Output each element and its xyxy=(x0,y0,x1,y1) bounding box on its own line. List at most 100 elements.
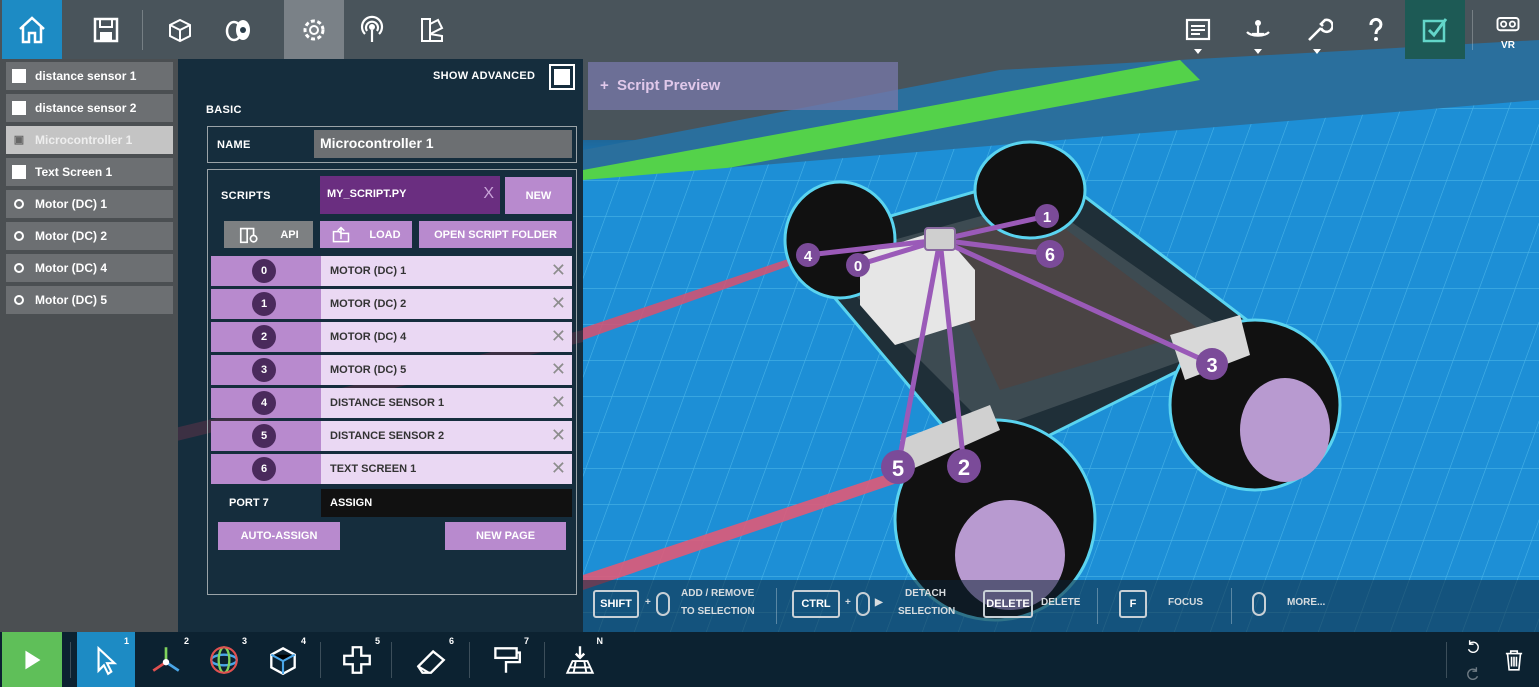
part-item-distance-sensor-2[interactable]: distance sensor 2 xyxy=(6,94,173,122)
wheels-button[interactable] xyxy=(208,0,268,59)
auto-assign-button[interactable]: AUTO-ASSIGN xyxy=(218,522,340,550)
add-remove-hint-2: TO SELECTION xyxy=(681,606,755,617)
part-item-motor-dc-4[interactable]: Motor (DC) 4 xyxy=(6,254,173,282)
scale-cube-icon xyxy=(270,646,296,675)
paint-button[interactable] xyxy=(402,0,462,59)
scene-label-4: 4 xyxy=(804,248,813,265)
port-number: 4 xyxy=(252,391,276,415)
remove-script-button[interactable]: X xyxy=(483,185,494,203)
tool-shortcut: 6 xyxy=(448,636,454,646)
script-preview-panel[interactable]: + Script Preview xyxy=(588,62,898,110)
port-row-6[interactable]: 6 TEXT SCREEN 1 ✕ xyxy=(211,454,572,484)
mouse-icon xyxy=(1252,592,1266,616)
port-row-3[interactable]: 3 MOTOR (DC) 5 ✕ xyxy=(211,355,572,385)
top-toolbar: VR xyxy=(0,0,1539,59)
objectives-button[interactable] xyxy=(1405,0,1465,59)
port-number: 6 xyxy=(252,457,276,481)
paint-roller-icon xyxy=(494,646,521,673)
port-device-name: MOTOR (DC) 4 xyxy=(330,331,407,343)
place-on-grid-tool-button[interactable]: N xyxy=(551,632,609,687)
assign-port-button[interactable]: ASSIGN xyxy=(321,489,572,517)
broadcast-button[interactable] xyxy=(342,0,402,59)
microcontroller-model[interactable] xyxy=(924,227,956,251)
part-label: distance sensor 1 xyxy=(35,69,137,83)
detach-hint-1: DETACH xyxy=(905,588,946,599)
plus-icon: + xyxy=(600,77,609,94)
vr-button[interactable]: VR xyxy=(1478,0,1538,59)
home-button[interactable] xyxy=(2,0,62,59)
new-page-button[interactable]: NEW PAGE xyxy=(445,522,566,550)
api-label: API xyxy=(280,228,299,241)
add-part-tool-button[interactable]: 5 xyxy=(328,632,386,687)
unassign-port-button[interactable]: ✕ xyxy=(551,426,566,444)
port-number: 3 xyxy=(252,358,276,382)
part-label: Motor (DC) 5 xyxy=(35,293,107,307)
part-item-motor-dc-5[interactable]: Motor (DC) 5 xyxy=(6,286,173,314)
redo-button[interactable] xyxy=(1455,660,1491,687)
simulation-button[interactable] xyxy=(1228,0,1288,59)
tool-shortcut: 4 xyxy=(300,636,306,646)
parts-button[interactable] xyxy=(150,0,210,59)
move-tool-button[interactable]: 2 xyxy=(137,632,195,687)
tool-shortcut: 5 xyxy=(374,636,380,646)
settings-button[interactable] xyxy=(284,0,344,59)
unassign-port-button[interactable]: ✕ xyxy=(551,327,566,345)
detach-hint-2: SELECTION xyxy=(898,606,956,617)
unassign-port-button[interactable]: ✕ xyxy=(551,261,566,279)
part-label: Motor (DC) 4 xyxy=(35,261,107,275)
port-row-4[interactable]: 4 DISTANCE SENSOR 1 ✕ xyxy=(211,388,572,418)
cube-icon xyxy=(169,18,191,42)
f-key: F xyxy=(1119,590,1147,618)
unassign-port-button[interactable]: ✕ xyxy=(551,459,566,477)
bottom-toolbar: 1 2 3 4 5 6 7 N xyxy=(0,632,1539,687)
name-input[interactable]: Microcontroller 1 xyxy=(314,130,572,158)
erase-tool-button[interactable]: 6 xyxy=(402,632,460,687)
tools-button[interactable] xyxy=(1287,0,1347,59)
delete-button[interactable] xyxy=(1490,632,1538,687)
part-item-text-screen-1[interactable]: Text Screen 1 xyxy=(6,158,173,186)
mouse-icon xyxy=(656,592,670,616)
api-button[interactable]: API xyxy=(224,221,313,248)
unassign-port-button[interactable]: ✕ xyxy=(551,393,566,411)
script-file-field[interactable]: MY_SCRIPT.PY X xyxy=(320,176,500,214)
part-item-motor-dc-1[interactable]: Motor (DC) 1 xyxy=(6,190,173,218)
mouse-icon xyxy=(856,592,870,616)
tool-shortcut: 7 xyxy=(523,636,529,646)
scene-label-6: 6 xyxy=(1045,245,1055,265)
challenges-button[interactable] xyxy=(1168,0,1228,59)
load-script-button[interactable]: LOAD xyxy=(320,221,412,248)
undo-button[interactable] xyxy=(1455,632,1491,662)
select-tool-button[interactable]: 1 xyxy=(77,632,135,687)
unassign-port-button[interactable]: ✕ xyxy=(551,360,566,378)
properties-panel: SHOW ADVANCED BASIC NAME Microcontroller… xyxy=(178,59,583,632)
part-item-distance-sensor-1[interactable]: distance sensor 1 xyxy=(6,62,173,90)
robot-arm-icon xyxy=(1246,19,1270,37)
scale-tool-button[interactable]: 4 xyxy=(254,632,312,687)
port-row-1[interactable]: 1 MOTOR (DC) 2 ✕ xyxy=(211,289,572,319)
new-script-button[interactable]: NEW xyxy=(505,177,572,214)
unassign-port-button[interactable]: ✕ xyxy=(551,294,566,312)
port-number: 2 xyxy=(252,325,276,349)
paint-tool-button[interactable]: 7 xyxy=(477,632,535,687)
more-hint[interactable]: MORE... xyxy=(1287,594,1325,612)
port-row-7: PORT 7 ASSIGN xyxy=(211,489,572,517)
help-button[interactable] xyxy=(1346,0,1406,59)
part-item-microcontroller-1[interactable]: ▣ Microcontroller 1 xyxy=(6,126,173,154)
show-advanced-checkbox[interactable] xyxy=(549,64,575,90)
eraser-icon xyxy=(416,649,446,674)
square-icon xyxy=(12,101,26,115)
play-button[interactable] xyxy=(2,632,62,687)
ctrl-key: CTRL xyxy=(792,590,840,618)
part-item-motor-dc-2[interactable]: Motor (DC) 2 xyxy=(6,222,173,250)
port-row-2[interactable]: 2 MOTOR (DC) 4 ✕ xyxy=(211,322,572,352)
scene-label-0: 0 xyxy=(854,258,862,275)
rotate-icon xyxy=(210,645,238,674)
save-button[interactable] xyxy=(76,0,136,59)
port-row-5[interactable]: 5 DISTANCE SENSOR 2 ✕ xyxy=(211,421,572,451)
palette-icon xyxy=(421,17,444,42)
rotate-tool-button[interactable]: 3 xyxy=(195,632,253,687)
delete-hint: DELETE xyxy=(1041,597,1081,608)
open-script-folder-button[interactable]: OPEN SCRIPT FOLDER xyxy=(419,221,572,248)
tool-shortcut: N xyxy=(596,636,604,646)
port-row-0[interactable]: 0 MOTOR (DC) 1 ✕ xyxy=(211,256,572,286)
